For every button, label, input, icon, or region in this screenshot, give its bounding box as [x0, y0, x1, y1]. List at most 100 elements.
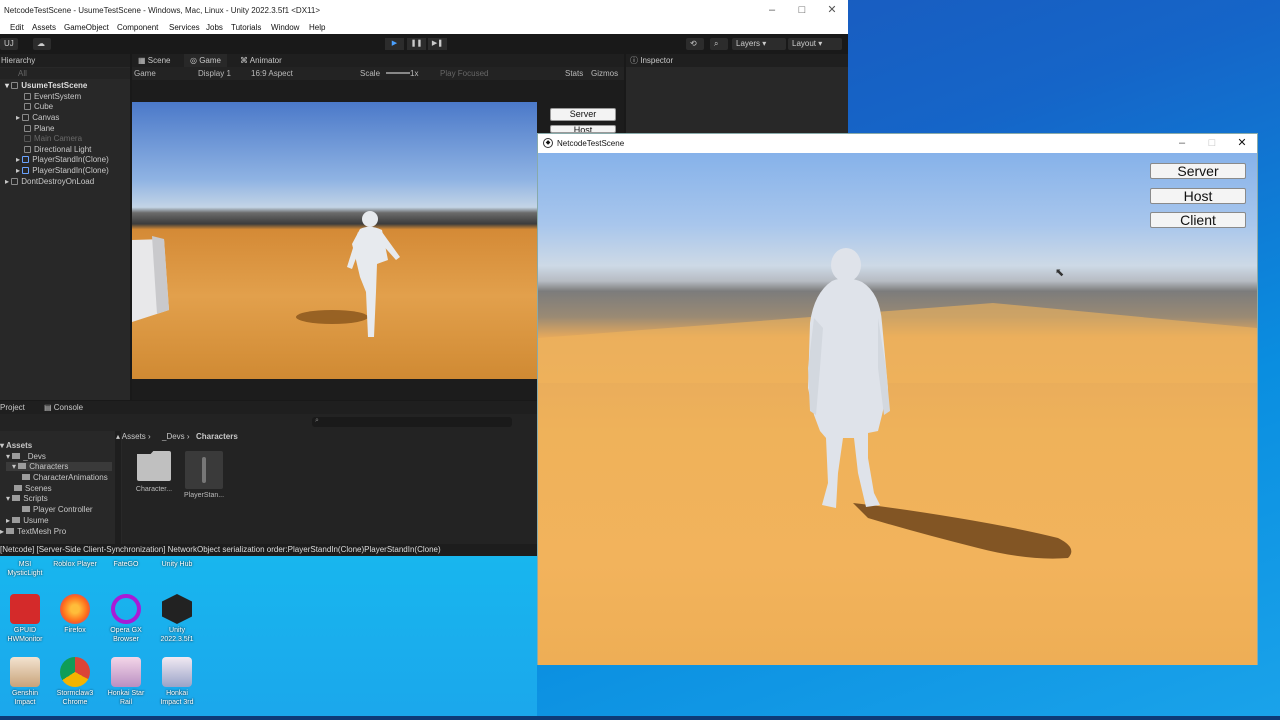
gizmos-button[interactable]: Gizmos — [591, 69, 618, 78]
layout-label: Layout — [792, 39, 817, 48]
menu-component[interactable]: Component — [117, 23, 158, 32]
unity-logo-icon — [11, 82, 19, 89]
desktop-icon-unity-2022[interactable]: Unity 2022.3.5f1 — [155, 594, 199, 644]
netcode-player-window[interactable]: ◆ NetcodeTestScene – □ ✕ Server Host Cli… — [537, 133, 1258, 665]
host-button[interactable]: Host — [1150, 188, 1246, 204]
asset-prefab[interactable]: PlayerStan... — [184, 451, 224, 499]
desktop-icon-opera-gx[interactable]: Opera GX Browser — [104, 594, 148, 644]
step-button[interactable]: ▶❚ — [428, 38, 447, 50]
unity-title-bar[interactable]: NetcodeTestScene - UsumeTestScene - Wind… — [0, 0, 848, 21]
netcode-title-bar[interactable]: ◆ NetcodeTestScene – □ ✕ — [538, 134, 1257, 153]
hierarchy-tab[interactable]: Hierarchy — [0, 54, 130, 67]
hierarchy-item[interactable]: EventSystem — [24, 92, 81, 101]
hierarchy-item-scene[interactable]: ▾ UsumeTestScene — [5, 81, 87, 90]
desktop-icon-honkai-star-rail[interactable]: Honkai Star Rail — [104, 657, 148, 707]
breadcrumb-characters[interactable]: Characters — [196, 432, 238, 441]
play-focused-dropdown[interactable]: Play Focused — [440, 69, 488, 78]
menu-jobs[interactable]: Jobs — [206, 23, 223, 32]
desktop-icon-genshin-impact[interactable]: Genshin Impact — [3, 657, 47, 707]
stats-button[interactable]: Stats — [565, 69, 583, 78]
tree-item[interactable]: ▸ TextMesh Pro — [0, 527, 66, 536]
minimize-icon[interactable]: – — [1174, 136, 1190, 150]
tree-item[interactable]: ▾ Scripts — [6, 494, 48, 503]
scale-value: 1x — [410, 69, 419, 78]
close-icon[interactable]: ✕ — [1234, 136, 1250, 150]
maximize-icon[interactable]: □ — [1204, 136, 1220, 150]
hierarchy-search[interactable]: All — [0, 68, 130, 79]
desktop-icon-msi-mysticlight[interactable]: MSI MysticLight — [3, 560, 47, 578]
hierarchy-search-placeholder: All — [18, 69, 27, 78]
tree-item[interactable]: ▾ Assets — [0, 441, 32, 450]
console-status-bar[interactable]: [Netcode] [Server-Side Client-Synchroniz… — [0, 544, 537, 556]
desktop-icon-unity-hub[interactable]: Unity Hub — [155, 560, 199, 569]
asset-folder[interactable]: Character... — [134, 451, 174, 493]
tree-item[interactable]: Scenes — [14, 484, 52, 493]
aspect-dropdown[interactable]: 16:9 Aspect — [251, 69, 293, 78]
layout-dropdown[interactable]: Layout ▾ — [788, 38, 842, 50]
game-host-button[interactable]: Host — [550, 125, 616, 133]
desktop-icon-honkai-impact-3rd[interactable]: Honkai Impact 3rd — [155, 657, 199, 707]
history-icon[interactable]: ⟲ — [686, 38, 704, 50]
tree-item[interactable]: ▾ _Devs — [6, 452, 46, 461]
cube-icon — [24, 135, 31, 142]
cube-icon — [24, 146, 31, 153]
menu-edit[interactable]: Edit — [10, 23, 24, 32]
layers-dropdown[interactable]: Layers ▾ — [732, 38, 786, 50]
menu-help[interactable]: Help — [309, 23, 325, 32]
menu-gameobject[interactable]: GameObject — [64, 23, 109, 32]
desktop-icon-chrome[interactable]: Stormclaw3 Chrome — [53, 657, 97, 707]
search-icon: ⌕ — [315, 417, 319, 424]
tab-game[interactable]: ◎ Game — [184, 54, 227, 67]
tab-project[interactable]: Project — [0, 401, 25, 414]
hierarchy-item[interactable]: ▸ Canvas — [16, 113, 59, 122]
tree-item-selected[interactable]: ▾ Characters — [6, 462, 112, 471]
close-icon[interactable]: ✕ — [824, 3, 840, 17]
desktop-icon-firefox[interactable]: Firefox — [53, 594, 97, 635]
tab-console[interactable]: ▤ Console — [44, 401, 83, 414]
hierarchy-item[interactable]: ▸ PlayerStandIn(Clone) — [16, 166, 109, 175]
client-button[interactable]: Client — [1150, 212, 1246, 228]
cloud-icon[interactable]: ☁ — [33, 38, 51, 50]
tab-animator[interactable]: ⌘ Animator — [240, 54, 282, 67]
hierarchy-item[interactable]: Directional Light — [24, 145, 91, 154]
menu-services[interactable]: Services — [169, 23, 200, 32]
tree-item[interactable]: CharacterAnimations — [22, 473, 108, 482]
menu-tutorials[interactable]: Tutorials — [231, 23, 261, 32]
netcode-game-render[interactable]: Server Host Client ⬉ — [538, 153, 1257, 665]
tree-item[interactable]: Player Controller — [22, 505, 93, 514]
tree-item[interactable]: ▸ Usume — [6, 516, 49, 525]
project-search-input[interactable]: ⌕ — [312, 417, 512, 427]
display-dropdown[interactable]: Display 1 — [198, 69, 231, 78]
desktop-icon-roblox-player[interactable]: Roblox Player — [53, 560, 97, 569]
hierarchy-item-label: UsumeTestScene — [21, 81, 88, 90]
breadcrumb-assets[interactable]: ▴ Assets › — [116, 432, 151, 441]
minimize-icon[interactable]: – — [764, 3, 780, 17]
tab-inspector[interactable]: ⓘ Inspector — [626, 54, 848, 67]
hierarchy-item[interactable]: Plane — [24, 124, 54, 133]
game-view-render[interactable] — [132, 102, 537, 379]
play-button[interactable]: ▶ — [385, 38, 404, 50]
desktop-icon-gpuid-hwmonitor[interactable]: GPUID HWMonitor — [3, 594, 47, 644]
pause-button[interactable]: ❚❚ — [407, 38, 426, 50]
server-button[interactable]: Server — [1150, 163, 1246, 179]
folder-icon — [12, 453, 21, 459]
scale-slider[interactable] — [386, 72, 410, 74]
game-scene-illustration — [132, 211, 400, 337]
account-dropdown[interactable]: UJ — [0, 38, 18, 50]
honkai-impact-icon — [162, 657, 192, 687]
hierarchy-item-scene[interactable]: ▸ DontDestroyOnLoad — [5, 177, 94, 186]
menu-assets[interactable]: Assets — [32, 23, 56, 32]
search-icon[interactable]: ⌕ — [710, 38, 728, 50]
menu-window[interactable]: Window — [271, 23, 299, 32]
tree-scrollbar[interactable] — [115, 431, 121, 544]
hierarchy-item-disabled[interactable]: Main Camera — [24, 134, 82, 143]
tab-scene[interactable]: ▦ Scene — [138, 54, 170, 67]
hierarchy-item[interactable]: ▸ PlayerStandIn(Clone) — [16, 155, 109, 164]
game-server-button[interactable]: Server — [550, 108, 616, 121]
prefab-thumbnail-icon — [185, 451, 223, 489]
hierarchy-item[interactable]: Cube — [24, 102, 53, 111]
maximize-icon[interactable]: □ — [794, 3, 810, 17]
breadcrumb-devs[interactable]: _Devs › — [162, 432, 190, 441]
game-mode-dropdown[interactable]: Game — [134, 69, 156, 78]
desktop-icon-fatego[interactable]: FateGO — [104, 560, 148, 569]
